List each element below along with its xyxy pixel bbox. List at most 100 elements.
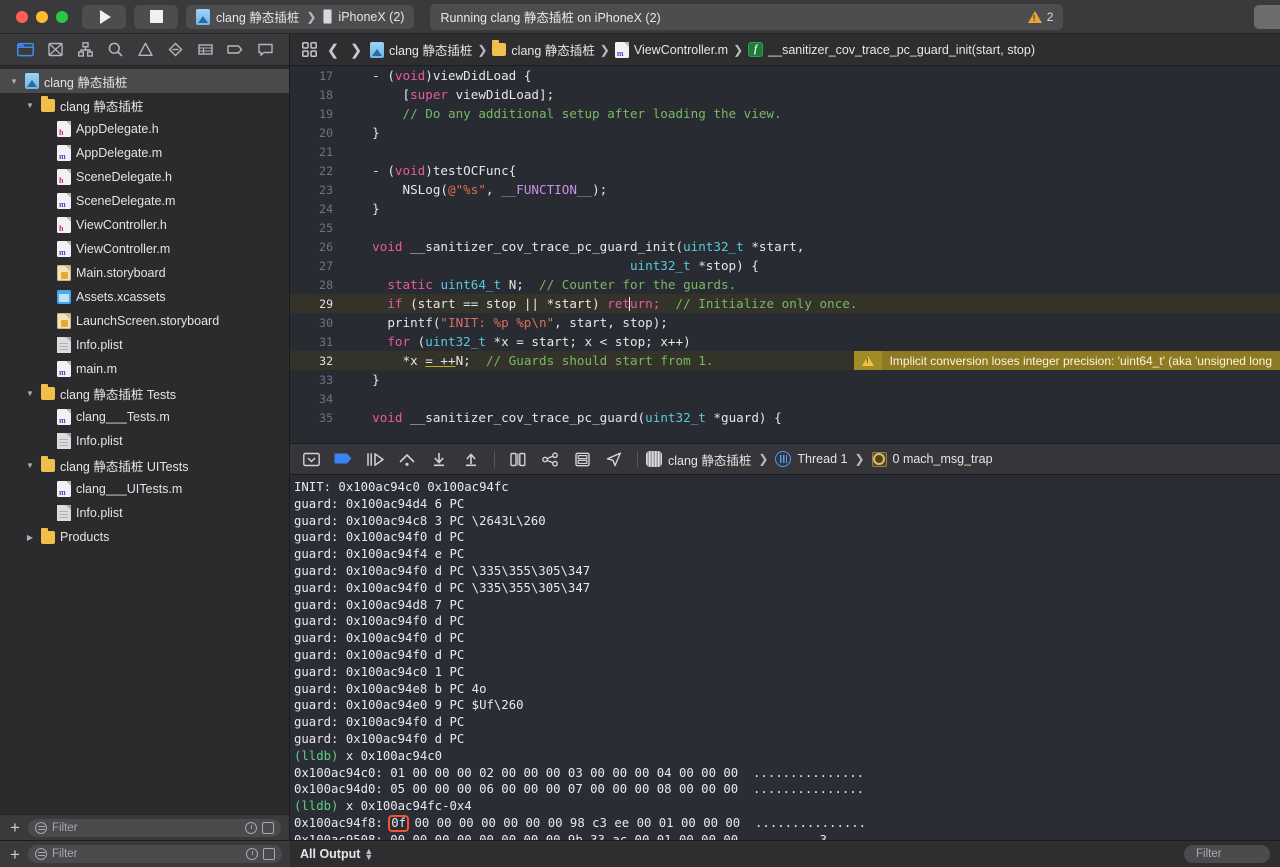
debug-navigator-icon[interactable] (190, 38, 220, 62)
disclosure-triangle-down-icon[interactable]: ▼ (24, 101, 36, 110)
code-line[interactable]: 22 - (void)testOCFunc{ (290, 161, 1280, 180)
code-line[interactable]: 24 } (290, 199, 1280, 218)
breadcrumb-group[interactable]: clang 静态插桩 (491, 40, 595, 59)
source-control-filter-icon[interactable] (263, 848, 275, 860)
code-line[interactable]: 21 (290, 142, 1280, 161)
code-line[interactable]: 30 printf("INIT: %p %p\n", start, stop); (290, 313, 1280, 332)
recent-files-icon[interactable] (245, 822, 257, 834)
run-button[interactable] (82, 5, 126, 29)
tree-item[interactable]: ▼mmain.m (0, 357, 289, 381)
disclosure-triangle-right-icon[interactable]: ▶ (24, 533, 36, 542)
navigate-back-button[interactable]: ❮ (323, 39, 343, 61)
code-line[interactable]: 23 NSLog(@"%s", __FUNCTION__); (290, 180, 1280, 199)
code-line[interactable]: 28 static uint64_t N; // Counter for the… (290, 275, 1280, 294)
minimize-window-button[interactable] (36, 11, 48, 23)
disclosure-triangle-down-icon[interactable]: ▼ (24, 389, 36, 398)
tree-item[interactable]: ▼mSceneDelegate.m (0, 189, 289, 213)
recent-files-icon[interactable] (246, 848, 258, 860)
tree-item[interactable]: ▼clang 静态插桩 Tests (0, 381, 289, 405)
breakpoint-navigator-icon[interactable] (220, 38, 250, 62)
breadcrumb-project[interactable]: clang 静态插桩 (369, 40, 473, 59)
find-navigator-icon[interactable] (100, 38, 130, 62)
stop-button[interactable] (134, 5, 178, 29)
breadcrumb-file[interactable]: m ViewController.m (614, 42, 729, 58)
tree-item[interactable]: ▼hSceneDelegate.h (0, 165, 289, 189)
editor-options-icon[interactable] (298, 39, 320, 61)
deactivate-breakpoints-icon[interactable] (328, 447, 358, 471)
activity-status-bar[interactable]: Running clang 静态插桩 on iPhoneX (2) 2 (430, 4, 1063, 30)
simulate-location-icon[interactable] (599, 447, 629, 471)
filter-options[interactable] (245, 822, 274, 834)
status-warnings[interactable]: 2 (1028, 10, 1054, 24)
navigate-forward-button[interactable]: ❯ (346, 39, 366, 61)
step-out-icon[interactable] (456, 447, 486, 471)
tree-item[interactable]: ▼Info.plist (0, 429, 289, 453)
scheme-name[interactable]: clang 静态插桩 (216, 7, 299, 26)
debug-view-hierarchy-icon[interactable] (503, 447, 533, 471)
tree-item[interactable]: ▼clang 静态插桩 UITests (0, 453, 289, 477)
toolbar-overflow-button[interactable] (1254, 5, 1280, 29)
code-line[interactable]: 33 } (290, 370, 1280, 389)
source-control-navigator-icon[interactable] (40, 38, 70, 62)
add-file-button[interactable]: + (8, 819, 22, 836)
tree-item-label: LaunchScreen.storyboard (76, 314, 219, 328)
tree-item[interactable]: ▼clang 静态插桩 (0, 69, 289, 93)
continue-icon[interactable] (360, 447, 390, 471)
code-line[interactable]: 25 (290, 218, 1280, 237)
step-over-icon[interactable] (392, 447, 422, 471)
console-output[interactable]: INIT: 0x100ac94c0 0x100ac94fcguard: 0x10… (290, 475, 1280, 840)
code-line[interactable]: 34 (290, 389, 1280, 408)
add-button[interactable]: + (8, 846, 22, 863)
close-window-button[interactable] (16, 11, 28, 23)
breadcrumb-symbol[interactable]: f __sanitizer_cov_trace_pc_guard_init(st… (747, 42, 1036, 57)
tree-item[interactable]: ▼mViewController.m (0, 237, 289, 261)
tree-item[interactable]: ▼mclang___Tests.m (0, 405, 289, 429)
filter-options[interactable] (246, 848, 275, 860)
tree-item[interactable]: ▼mclang___UITests.m (0, 477, 289, 501)
inline-warning-banner[interactable]: Implicit conversion loses integer precis… (854, 351, 1280, 370)
hide-debug-area-icon[interactable] (296, 447, 326, 471)
issue-navigator-icon[interactable] (130, 38, 160, 62)
debug-process-label: clang 静态插桩 (668, 450, 751, 469)
debug-breadcrumb[interactable]: clang 静态插桩 ❯ Thread 1 ❯ 0 mach_msg_trap (646, 450, 993, 469)
console-filter-field[interactable]: Filter (1184, 845, 1270, 863)
tree-item[interactable]: ▼Assets.xcassets (0, 285, 289, 309)
output-scope-selector[interactable]: All Output ▲▼ (300, 847, 373, 861)
tree-item[interactable]: ▼LaunchScreen.storyboard (0, 309, 289, 333)
tree-item[interactable]: ▼hViewController.h (0, 213, 289, 237)
tree-item[interactable]: ▼Main.storyboard (0, 261, 289, 285)
code-line[interactable]: 17 - (void)viewDidLoad { (290, 66, 1280, 85)
tree-item[interactable]: ▼clang 静态插桩 (0, 93, 289, 117)
code-line[interactable]: 35 void __sanitizer_cov_trace_pc_guard(u… (290, 408, 1280, 427)
navigator-filter-field[interactable]: Filter (28, 819, 281, 837)
source-editor[interactable]: 17 - (void)viewDidLoad {18 [super viewDi… (290, 66, 1280, 443)
code-line[interactable]: 29 if (start == stop || *start) return; … (290, 294, 1280, 313)
tree-item[interactable]: ▼Info.plist (0, 333, 289, 357)
tree-item[interactable]: ▼hAppDelegate.h (0, 117, 289, 141)
source-control-filter-icon[interactable] (262, 822, 274, 834)
test-navigator-icon[interactable] (160, 38, 190, 62)
code-line[interactable]: 20 } (290, 123, 1280, 142)
environment-overrides-icon[interactable] (567, 447, 597, 471)
tree-item[interactable]: ▼Info.plist (0, 501, 289, 525)
zoom-window-button[interactable] (56, 11, 68, 23)
debug-memory-graph-icon[interactable] (535, 447, 565, 471)
tree-item[interactable]: ▶Products (0, 525, 289, 549)
scheme-destination-control[interactable]: clang 静态插桩 ❯ iPhoneX (2) (186, 5, 414, 29)
project-navigator-icon[interactable] (10, 38, 40, 62)
project-tree[interactable]: ▼clang 静态插桩▼clang 静态插桩▼hAppDelegate.h▼mA… (0, 66, 289, 814)
symbol-navigator-icon[interactable] (70, 38, 100, 62)
code-line[interactable]: 32 *x = ++N; // Guards should start from… (290, 351, 1280, 370)
report-navigator-icon[interactable] (250, 38, 280, 62)
bottom-filter-field[interactable]: Filter (28, 845, 282, 863)
step-into-icon[interactable] (424, 447, 454, 471)
code-line[interactable]: 26 void __sanitizer_cov_trace_pc_guard_i… (290, 237, 1280, 256)
disclosure-triangle-down-icon[interactable]: ▼ (24, 461, 36, 470)
destination-name[interactable]: iPhoneX (2) (338, 10, 404, 24)
code-line[interactable]: 27 uint32_t *stop) { (290, 256, 1280, 275)
code-line[interactable]: 18 [super viewDidLoad]; (290, 85, 1280, 104)
code-line[interactable]: 31 for (uint32_t *x = start; x < stop; x… (290, 332, 1280, 351)
disclosure-triangle-down-icon[interactable]: ▼ (8, 77, 20, 86)
tree-item[interactable]: ▼mAppDelegate.m (0, 141, 289, 165)
code-line[interactable]: 19 // Do any additional setup after load… (290, 104, 1280, 123)
